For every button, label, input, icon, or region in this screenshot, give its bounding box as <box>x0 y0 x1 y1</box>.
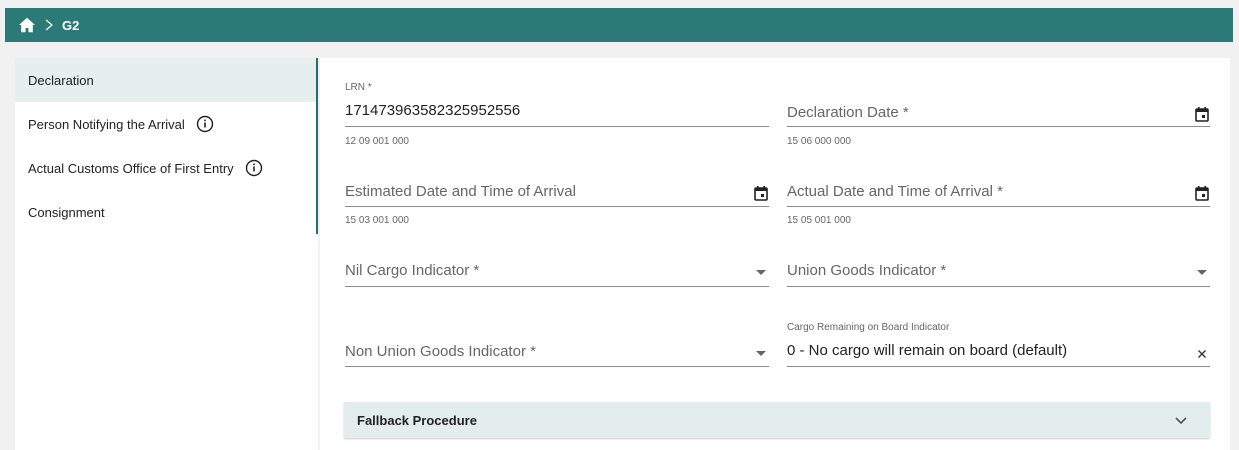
dropdown-arrow-icon[interactable] <box>753 265 769 281</box>
breadcrumb-current[interactable]: G2 <box>62 18 79 33</box>
info-icon[interactable] <box>196 115 214 133</box>
fallback-procedure-title: Fallback Procedure <box>357 412 477 428</box>
calendar-icon[interactable] <box>1194 185 1210 201</box>
sidebar-item-label: Actual Customs Office of First Entry <box>28 160 234 176</box>
actual-arrival-placeholder: Actual Date and Time of Arrival * <box>787 183 1003 200</box>
sidebar-item-customs-office[interactable]: Actual Customs Office of First Entry <box>15 146 316 190</box>
declaration-date-hint: 15 06 000 000 <box>787 136 851 147</box>
union-goods-placeholder: Union Goods Indicator * <box>787 262 947 279</box>
calendar-icon[interactable] <box>1194 106 1210 122</box>
estimated-arrival-hint: 15 03 001 000 <box>345 215 409 226</box>
info-icon[interactable] <box>245 159 263 177</box>
estimated-arrival-underline <box>345 206 769 207</box>
actual-arrival-field[interactable]: Actual Date and Time of Arrival * 15 05 … <box>787 166 1210 232</box>
sidebar-item-label: Consignment <box>28 204 105 220</box>
lrn-value[interactable]: 17147396358232595255​6 <box>345 102 520 119</box>
fallback-procedure-panel[interactable]: Fallback Procedure <box>344 402 1210 438</box>
actual-arrival-underline <box>787 206 1210 207</box>
breadcrumb-bar: G2 <box>5 8 1233 42</box>
sidebar-item-label: Person Notifying the Arrival <box>28 116 185 132</box>
sidebar: Declaration Person Notifying the Arrival… <box>15 58 318 234</box>
home-icon[interactable] <box>18 15 38 35</box>
dropdown-arrow-icon[interactable] <box>1194 265 1210 281</box>
sidebar-item-person-notifying[interactable]: Person Notifying the Arrival <box>15 102 316 146</box>
cargo-remaining-value[interactable]: 0 - No cargo will remain on board (defau… <box>787 342 1067 359</box>
sidebar-item-consignment[interactable]: Consignment <box>15 190 316 234</box>
chevron-down-icon[interactable] <box>1174 413 1190 429</box>
declaration-date-placeholder: Declaration Date * <box>787 104 909 121</box>
actual-arrival-hint: 15 05 001 000 <box>787 215 851 226</box>
non-union-goods-underline <box>345 366 769 367</box>
non-union-goods-select[interactable]: Non Union Goods Indicator * <box>345 333 769 373</box>
union-goods-select[interactable]: Union Goods Indicator * <box>787 252 1210 292</box>
lrn-label: LRN * <box>345 82 372 93</box>
clear-icon[interactable] <box>1194 346 1210 362</box>
estimated-arrival-placeholder: Estimated Date and Time of Arrival <box>345 183 576 200</box>
cargo-remaining-label: Cargo Remaining on Board Indicator <box>787 322 950 333</box>
dropdown-arrow-icon[interactable] <box>753 346 769 362</box>
non-union-goods-placeholder: Non Union Goods Indicator * <box>345 343 536 360</box>
declaration-date-underline <box>787 126 1210 127</box>
sidebar-item-declaration[interactable]: Declaration <box>15 58 316 102</box>
calendar-icon[interactable] <box>753 185 769 201</box>
union-goods-underline <box>787 286 1210 287</box>
chevron-right-icon <box>43 17 59 33</box>
cargo-remaining-underline <box>787 366 1210 367</box>
lrn-underline <box>345 126 769 127</box>
nil-cargo-placeholder: Nil Cargo Indicator * <box>345 262 480 279</box>
lrn-hint: 12 09 001 000 <box>345 136 409 147</box>
nil-cargo-select[interactable]: Nil Cargo Indicator * <box>345 252 769 292</box>
sidebar-item-label: Declaration <box>28 72 94 88</box>
lrn-field[interactable]: LRN * 17147396358232595255​6 12 09 001 0… <box>345 82 769 148</box>
nil-cargo-underline <box>345 286 769 287</box>
cargo-remaining-select[interactable]: Cargo Remaining on Board Indicator 0 - N… <box>787 322 1210 372</box>
sidebar-background <box>15 234 318 450</box>
declaration-date-field[interactable]: Declaration Date * 15 06 000 000 <box>787 82 1210 148</box>
estimated-arrival-field[interactable]: Estimated Date and Time of Arrival 15 03… <box>345 166 769 232</box>
